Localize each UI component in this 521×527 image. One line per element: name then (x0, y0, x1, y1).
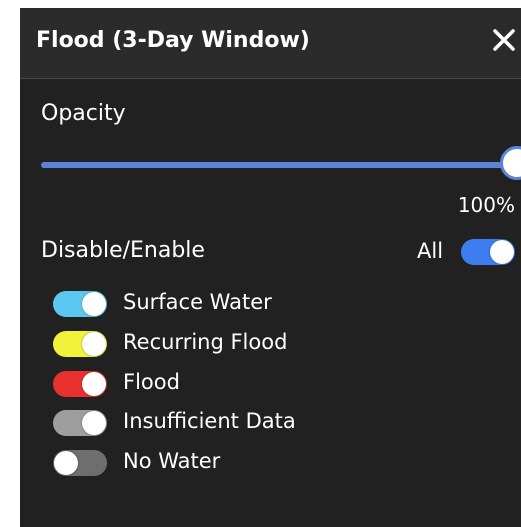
layer-label: No Water (123, 449, 221, 473)
layer-row-recurring-flood: Recurring Flood (53, 329, 493, 359)
layer-row-flood: Flood (53, 369, 493, 399)
toggle-knob (82, 372, 106, 396)
all-toggle[interactable] (461, 239, 515, 265)
toggle-knob (54, 451, 78, 475)
toggle-knob (82, 332, 106, 356)
surface-water-toggle[interactable] (53, 291, 107, 317)
opacity-label: Opacity (41, 101, 126, 126)
layer-row-surface-water: Surface Water (53, 289, 493, 319)
layer-label: Flood (123, 370, 180, 394)
flood-toggle[interactable] (53, 371, 107, 397)
toggle-knob (82, 411, 106, 435)
disable-enable-label: Disable/Enable (41, 238, 205, 263)
slider-thumb[interactable] (500, 146, 521, 180)
toggle-knob (490, 240, 514, 264)
slider-fill (41, 162, 517, 168)
close-icon[interactable] (491, 24, 517, 54)
flood-layer-panel: Flood (3-Day Window) Opacity 100% Disabl… (20, 8, 521, 527)
recurring-flood-toggle[interactable] (53, 331, 107, 357)
panel-header: Flood (3-Day Window) (20, 8, 521, 79)
layer-label: Insufficient Data (123, 409, 296, 433)
layer-label: Surface Water (123, 290, 272, 314)
opacity-value: 100% (457, 193, 515, 217)
all-label: All (417, 239, 444, 263)
layer-row-no-water: No Water (53, 448, 493, 478)
panel-title: Flood (3-Day Window) (36, 28, 310, 53)
layer-row-insufficient-data: Insufficient Data (53, 408, 493, 438)
opacity-slider[interactable] (41, 146, 521, 184)
no-water-toggle[interactable] (53, 450, 107, 476)
toggle-knob (82, 292, 106, 316)
insufficient-data-toggle[interactable] (53, 410, 107, 436)
layer-label: Recurring Flood (123, 330, 288, 354)
